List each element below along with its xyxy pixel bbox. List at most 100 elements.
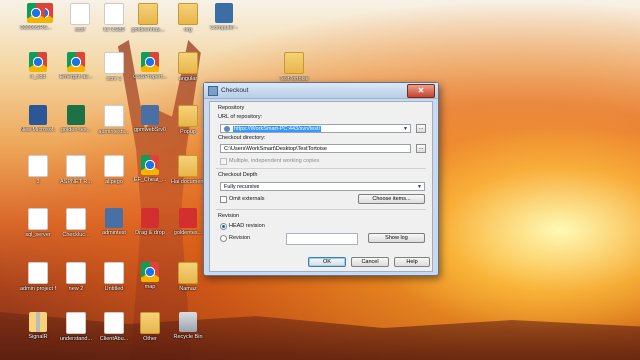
desktop-icon-label: EF_Cheat_... — [133, 177, 167, 183]
help-button[interactable]: Help — [394, 257, 430, 267]
desktop-icon[interactable]: sql_server — [20, 208, 56, 248]
desktop-icon[interactable]: admintests... — [96, 105, 132, 145]
cancel-button[interactable]: Cancel — [351, 257, 389, 267]
document-icon — [28, 208, 48, 230]
desktop-icon[interactable]: allpego — [96, 155, 132, 195]
chevron-down-icon[interactable]: ▼ — [402, 126, 409, 132]
desktop-icon[interactable]: ICT1989 — [96, 3, 132, 43]
dir-browse-button[interactable]: ... — [416, 144, 426, 153]
dialog-body: Repository URL of repository: https://Wo… — [209, 101, 433, 272]
desktop-icon[interactable]: EF_Cheat_... — [132, 155, 168, 195]
desktop-icon-label: sssf — [75, 27, 85, 33]
desktop-icon[interactable]: scnr 1 — [96, 52, 132, 92]
url-label: URL of repository: — [218, 114, 263, 120]
desktop-icon-label: scnr 1 — [106, 76, 122, 82]
desktop-icon[interactable]: org — [170, 3, 206, 43]
pdf-icon — [141, 208, 159, 228]
desktop-icon[interactable]: Hai document — [170, 155, 206, 195]
desktop-icon-label: 00000SRS... — [20, 25, 52, 31]
ok-button[interactable]: OK — [308, 257, 346, 267]
url-browse-button[interactable]: ... — [416, 124, 426, 133]
document-icon — [104, 105, 124, 127]
revision-radio[interactable] — [220, 235, 227, 242]
desktop-icon-label: allpego — [105, 179, 123, 185]
choose-items-button[interactable]: Choose items... — [358, 194, 425, 204]
desktop-icon[interactable]: ClientAbu... — [96, 312, 132, 352]
chrome-icon — [141, 262, 159, 282]
chrome-icon — [141, 155, 159, 175]
desktop-icon[interactable]: Popup — [170, 105, 206, 145]
document-icon — [66, 208, 86, 230]
omit-externals-checkbox[interactable] — [220, 196, 227, 203]
desktop-icon[interactable]: Drag & drop — [132, 208, 168, 248]
repository-group-label: Repository — [218, 105, 245, 111]
desktop-icon[interactable]: New Microsof... — [20, 105, 56, 145]
desktop-icon[interactable]: ASPNET R... — [58, 155, 94, 195]
desktop-icon[interactable]: gpmwebSrv0 — [132, 105, 168, 145]
desktop-icon-label: Namaz — [179, 286, 197, 292]
desktop-icon[interactable]: angular — [170, 52, 206, 92]
divider — [216, 209, 426, 210]
document-icon — [104, 52, 124, 74]
desktop-icon-label: Untitled — [104, 286, 124, 292]
desktop-icon[interactable]: Untitled — [96, 262, 132, 302]
dir-input[interactable]: C:\Users\WorkSmart\Desktop\TestTortoise — [220, 144, 411, 153]
desktop-icon[interactable]: map — [132, 262, 168, 302]
folder-icon — [178, 262, 198, 284]
dialog-title: Checkout — [221, 87, 249, 94]
desktop-icon[interactable]: 3 — [20, 155, 56, 195]
desktop-icon-label: admintest — [102, 230, 126, 236]
chrome-icon — [27, 3, 45, 23]
desktop-icon-label: Other — [143, 336, 157, 342]
desktop-icon-label: goldentes... — [173, 230, 203, 236]
desktop-icon-label: ir_sdd — [30, 74, 46, 80]
url-value: https://WorkSmart-PC:443/svn/test/ — [233, 126, 322, 132]
desktop-icon[interactable]: Namaz — [170, 262, 206, 302]
depth-group-label: Checkout Depth — [218, 172, 258, 178]
desktop-icon[interactable]: understand... — [58, 312, 94, 352]
desktop-icon[interactable]: golden-tes... — [58, 105, 94, 145]
dialog-titlebar[interactable]: Checkout — [204, 83, 438, 99]
document-icon — [66, 312, 86, 334]
folder-icon — [178, 105, 198, 127]
head-revision-radio[interactable] — [220, 223, 227, 230]
desktop-icon[interactable]: Checkluc... — [58, 208, 94, 248]
desktop-icon[interactable]: ir_sdd — [20, 52, 56, 92]
recycle-bin-icon — [179, 312, 197, 332]
desktop-icon[interactable]: SignalR — [20, 312, 56, 352]
folder-icon — [140, 312, 160, 334]
close-button[interactable]: ✕ — [407, 84, 435, 98]
depth-select[interactable]: Fully recursive ▼ — [220, 182, 425, 191]
desktop-icon-label: goldeenhas... — [131, 27, 165, 33]
document-icon — [104, 155, 124, 177]
desktop-icon[interactable]: Recycle Bin — [170, 312, 206, 352]
desktop-icon[interactable]: goldeenhas... — [130, 3, 166, 43]
divider — [216, 168, 426, 169]
desktop-icon-label: ASPNET R... — [60, 179, 92, 185]
desktop-icon-label: Drag & drop — [135, 230, 165, 236]
desktop-icon-label: Emergnt-all... — [59, 74, 93, 80]
desktop-icon-label: CSSPropert... — [133, 74, 167, 80]
desktop-icon[interactable]: admintest — [96, 208, 132, 248]
show-log-button[interactable]: Show log — [368, 233, 425, 243]
desktop-icon[interactable]: new 2 — [58, 262, 94, 302]
url-combobox[interactable]: https://WorkSmart-PC:443/svn/test/ ▼ — [220, 124, 411, 133]
desktop-icon-label: Checkluc... — [62, 232, 90, 238]
chevron-down-icon[interactable]: ▼ — [416, 184, 423, 190]
desktop-icon[interactable]: Computer - — [206, 3, 242, 43]
dir-label: Checkout directory: — [218, 135, 266, 141]
desktop-icon[interactable]: 00000SRS... — [18, 3, 54, 43]
desktop-icon[interactable]: admin project flow — [20, 262, 56, 302]
desktop-icon[interactable]: CSSPropert... — [132, 52, 168, 92]
desktop-icon[interactable]: sssf — [62, 3, 98, 43]
desktop-icon[interactable]: Emergnt-all... — [58, 52, 94, 92]
desktop-icon-label: admintests... — [98, 129, 130, 135]
document-icon — [28, 155, 48, 177]
desktop-icon-label: ClientAbu... — [99, 336, 129, 342]
multiple-checkbox[interactable] — [220, 158, 227, 165]
document-icon — [104, 3, 124, 25]
desktop-icon[interactable]: goldentes... — [170, 208, 206, 248]
revision-input[interactable] — [286, 233, 358, 245]
desktop-icon[interactable]: Other — [132, 312, 168, 352]
desktop-icon-label: ICT1989 — [103, 27, 125, 33]
